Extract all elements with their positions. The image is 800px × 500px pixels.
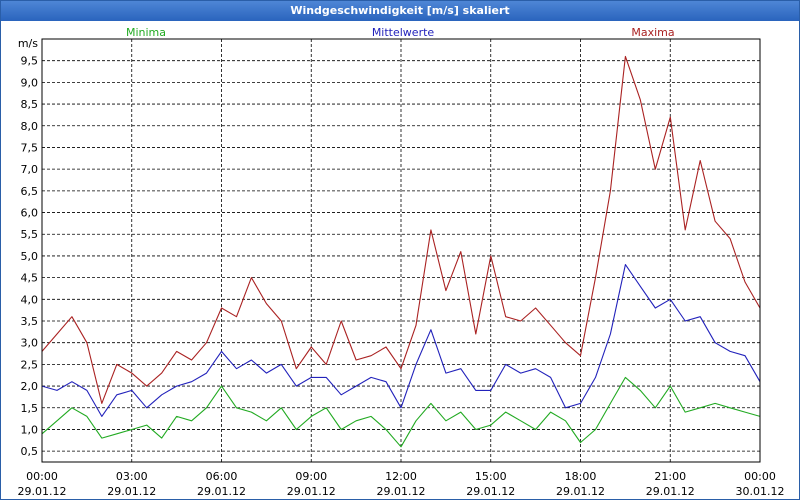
x-tick-time: 21:00 [654, 470, 686, 483]
y-tick-label: 2,5 [21, 358, 39, 371]
legend-label-minima: Minima [126, 26, 166, 39]
y-tick-label: 0,5 [21, 445, 39, 458]
x-tick-time: 00:00 [26, 470, 58, 483]
x-tick-date: 29.01.12 [466, 485, 515, 498]
x-tick-time: 00:00 [744, 470, 776, 483]
x-tick-date: 29.01.12 [287, 485, 336, 498]
y-tick-label: 4,0 [21, 293, 39, 306]
x-tick-time: 15:00 [475, 470, 507, 483]
x-tick-date: 30.01.12 [736, 485, 785, 498]
wind-speed-chart: 0,5 1,0 1,5 2,0 2,5 3,0 3,5 4,0 4,5 5,0 5,5 6,0 6,5 7… [18, 26, 785, 498]
legend: Minima Mittelwerte Maxima [126, 26, 675, 39]
y-tick-label: 8,5 [21, 98, 39, 111]
y-tick-label: 1,5 [21, 402, 39, 415]
x-tick-date: 29.01.12 [556, 485, 605, 498]
y-tick-label: 7,5 [21, 141, 39, 154]
y-tick-label: 6,0 [21, 207, 39, 220]
x-tick-time: 09:00 [295, 470, 327, 483]
x-tick-date: 29.01.12 [18, 485, 67, 498]
y-tick-label: 9,0 [21, 76, 39, 89]
y-axis-label: m/s [18, 37, 38, 50]
y-tick-label: 3,0 [21, 337, 39, 350]
x-tick-time: 12:00 [385, 470, 417, 483]
y-tick-label: 5,5 [21, 228, 39, 241]
y-tick-label: 8,0 [21, 120, 39, 133]
legend-label-mittelwerte: Mittelwerte [372, 26, 435, 39]
y-tick-label: 2,0 [21, 380, 39, 393]
legend-label-maxima: Maxima [631, 26, 674, 39]
grid-lines [42, 39, 760, 462]
y-tick-label: 4,5 [21, 272, 39, 285]
y-tick-label: 5,0 [21, 250, 39, 263]
y-tick-label: 9,5 [21, 55, 39, 68]
y-tick-label: 6,5 [21, 185, 39, 198]
x-tick-time: 06:00 [206, 470, 238, 483]
x-tick-date: 29.01.12 [646, 485, 695, 498]
y-tick-label: 1,0 [21, 423, 39, 436]
chart-window: Windgeschwindigkeit [m/s] skaliert 0,5 1,… [0, 0, 800, 500]
x-tick-time: 03:00 [116, 470, 148, 483]
x-tick-date: 29.01.12 [107, 485, 156, 498]
y-tick-label: 7,0 [21, 163, 39, 176]
window-title: Windgeschwindigkeit [m/s] skaliert [1, 1, 799, 21]
x-tick-date: 29.01.12 [197, 485, 246, 498]
x-tick-time: 18:00 [565, 470, 597, 483]
x-tick-date: 29.01.12 [377, 485, 426, 498]
y-tick-label: 3,5 [21, 315, 39, 328]
